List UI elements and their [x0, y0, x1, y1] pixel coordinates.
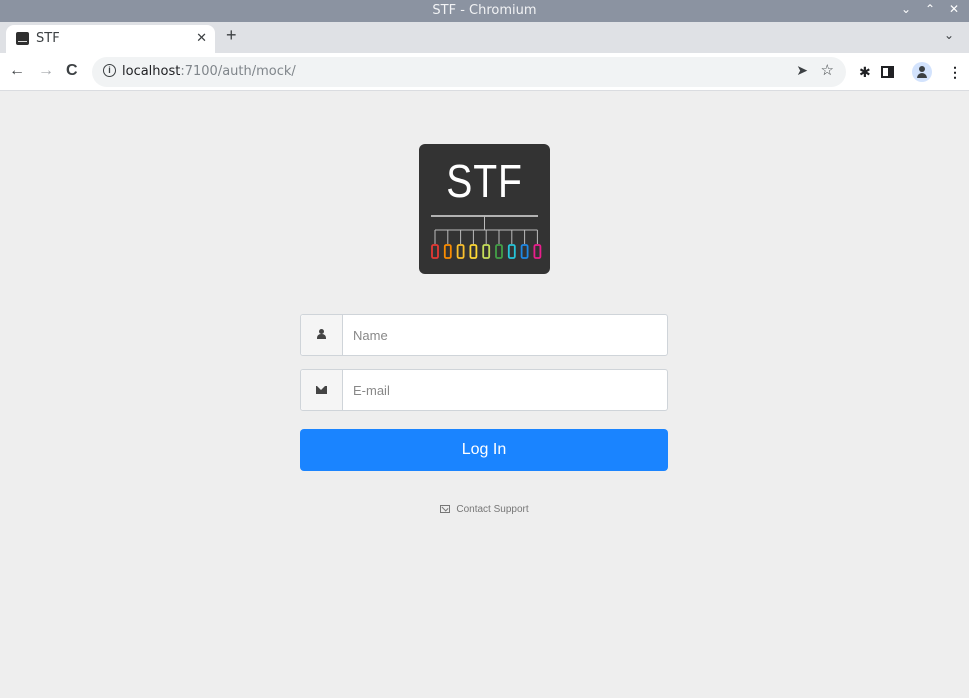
url-text[interactable]: localhost:7100/auth/mock/: [122, 64, 296, 79]
contact-support-link[interactable]: Contact Support: [0, 504, 969, 515]
back-button[interactable]: ←: [9, 62, 25, 80]
forward-button[interactable]: →: [38, 62, 54, 80]
logo-device: [456, 244, 465, 259]
login-button[interactable]: Log In: [300, 429, 668, 471]
envelope-outline-icon: [440, 505, 451, 513]
logo-device-tree: [431, 215, 542, 259]
url-host: localhost: [122, 64, 181, 79]
name-input-group: [300, 314, 668, 356]
envelope-icon: [316, 386, 327, 394]
name-addon: [301, 315, 343, 355]
logo-device: [507, 244, 516, 259]
profile-avatar-icon[interactable]: [912, 62, 932, 82]
reload-button[interactable]: C: [66, 62, 78, 80]
browser-menu-icon[interactable]: ⋮: [948, 64, 962, 81]
minimize-icon[interactable]: ⌄: [899, 2, 913, 16]
email-addon: [301, 370, 343, 410]
stf-logo: STF: [419, 144, 550, 274]
address-bar[interactable]: i localhost:7100/auth/mock/ ➤ ☆: [92, 57, 846, 87]
new-tab-button[interactable]: +: [226, 25, 237, 46]
name-input[interactable]: [344, 315, 667, 355]
extensions-icon[interactable]: ✱: [859, 64, 871, 81]
logo-device: [431, 244, 439, 259]
close-window-icon[interactable]: ✕: [947, 2, 961, 16]
tab-close-icon[interactable]: ✕: [196, 30, 207, 46]
url-path: :7100/auth/mock/: [180, 64, 296, 79]
browser-toolbar: ← → C i localhost:7100/auth/mock/ ➤ ☆ ✱ …: [0, 53, 969, 91]
browser-tab[interactable]: STF ✕: [6, 25, 215, 53]
tab-title: STF: [36, 31, 60, 46]
logo-device: [482, 244, 491, 259]
email-input-group: [300, 369, 668, 411]
window-title: STF - Chromium: [432, 3, 537, 18]
window-titlebar: STF - Chromium ⌄ ⌃ ✕: [0, 0, 969, 22]
bookmark-star-icon[interactable]: ☆: [821, 61, 834, 79]
send-tab-icon[interactable]: ➤: [796, 62, 808, 79]
logo-device: [495, 244, 503, 259]
email-input[interactable]: [344, 370, 667, 410]
logo-device: [533, 244, 542, 259]
tab-strip: STF ✕: [0, 22, 969, 53]
stf-favicon-icon: [16, 32, 29, 45]
side-panel-icon[interactable]: [881, 66, 894, 78]
window-controls: ⌄ ⌃ ✕: [899, 2, 961, 16]
user-icon: [316, 329, 326, 339]
site-info-icon[interactable]: i: [103, 64, 116, 77]
logo-device: [469, 244, 478, 259]
maximize-icon[interactable]: ⌃: [923, 2, 937, 16]
contact-support-label: Contact Support: [456, 504, 529, 515]
logo-device: [443, 244, 452, 259]
tab-search-icon[interactable]: ⌄: [944, 28, 954, 42]
logo-device: [520, 244, 529, 259]
